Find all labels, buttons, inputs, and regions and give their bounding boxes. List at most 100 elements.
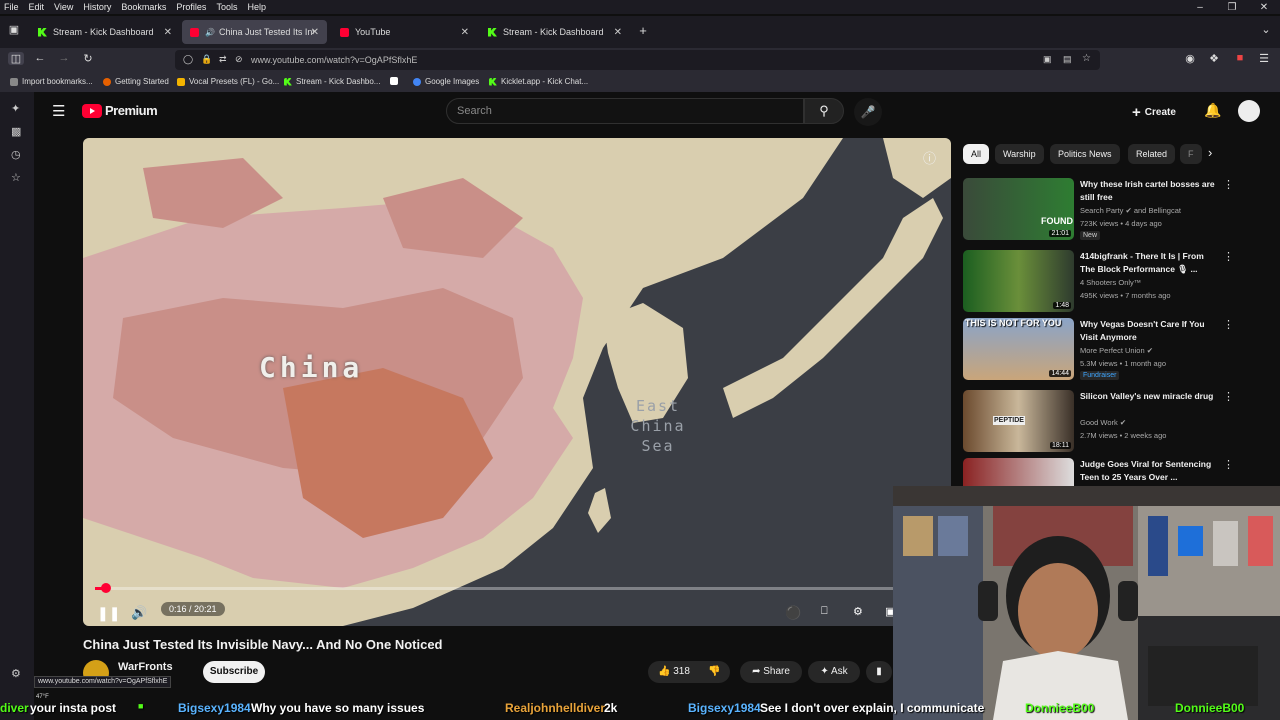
search-button[interactable]: ⚲ [804, 98, 844, 124]
account-icon[interactable]: ◉ [1182, 52, 1198, 65]
like-button[interactable]: 👍 318 [658, 666, 690, 677]
volume-icon[interactable]: 🔊 [131, 605, 147, 621]
camera-off-icon[interactable]: ⊘ [235, 54, 243, 65]
history-icon[interactable]: ◷ [11, 148, 21, 161]
permissions-icon[interactable]: ⇄ [219, 54, 227, 65]
share-button[interactable]: ➦ Share [740, 661, 802, 683]
hamburger-menu-icon[interactable]: ☰ [52, 102, 65, 120]
bookmark-s[interactable] [390, 77, 402, 85]
more-options-icon[interactable]: ⋮ [1223, 458, 1234, 471]
restore-icon[interactable]: ❐ [1216, 0, 1248, 16]
progress-scrubber[interactable] [100, 583, 111, 593]
video-thumbnail: PEPTIDE 18:11 [963, 390, 1074, 452]
chip-warship[interactable]: Warship [995, 144, 1044, 164]
recommendation-item[interactable]: PEPTIDE 18:11 Silicon Valley's new mirac… [963, 390, 1243, 454]
chip-all[interactable]: All [963, 144, 990, 164]
minimize-icon[interactable]: – [1184, 0, 1216, 16]
info-icon[interactable]: ⓘ [923, 148, 936, 167]
dislike-button[interactable]: 👎 [708, 661, 720, 683]
bookmarks-icon[interactable]: ☆ [11, 171, 21, 184]
avatar[interactable] [1238, 100, 1260, 122]
chip-related[interactable]: Related [1128, 144, 1176, 164]
notifications-bell-icon[interactable]: 🔔 [1204, 102, 1221, 119]
menu-help[interactable]: Help [247, 2, 266, 12]
address-bar[interactable]: ◯ 🔒 ⇄ ⊘ www.youtube.com/watch?v=OgAPfSfl… [175, 50, 1100, 70]
bookmark-kicklet[interactable]: Kicklet.app - Kick Chat... [489, 77, 588, 86]
subscribe-button[interactable]: Subscribe [203, 661, 265, 683]
reader-view-icon[interactable]: ▤ [1063, 54, 1072, 65]
sidebar-toggle-icon[interactable]: ◫ [8, 52, 24, 65]
lock-icon[interactable]: 🔒 [201, 54, 212, 65]
recommendation-item[interactable]: 1:48 414bigfrank - There It Is | From Th… [963, 250, 1243, 314]
menu-history[interactable]: History [83, 2, 111, 12]
settings-gear-icon[interactable]: ⚙ [11, 667, 21, 680]
bookmark-vocal-presets[interactable]: Vocal Presets (FL) - Go... [177, 77, 279, 86]
chip-politics-news[interactable]: Politics News [1050, 144, 1120, 164]
menu-file[interactable]: File [4, 2, 19, 12]
more-options-icon[interactable]: ⋮ [1223, 390, 1234, 403]
menu-edit[interactable]: Edit [29, 2, 45, 12]
new-tab-icon[interactable]: + [635, 23, 651, 38]
close-tab-icon[interactable]: ✕ [311, 27, 319, 38]
bookmark-kick-stream[interactable]: Stream - Kick Dashbo... [284, 77, 380, 86]
verified-icon: ✔ [1119, 418, 1127, 427]
kick-icon [488, 27, 497, 37]
menu-profiles[interactable]: Profiles [176, 2, 206, 12]
chips-next-chevron-icon[interactable]: › [1208, 145, 1212, 160]
close-tab-icon[interactable]: ✕ [164, 27, 172, 38]
extensions-icon[interactable]: ❖ [1206, 52, 1222, 65]
ai-chat-icon[interactable]: ✦ [11, 102, 20, 115]
ask-button[interactable]: ✦ Ask [808, 661, 860, 683]
more-options-icon[interactable]: ⋮ [1223, 178, 1234, 191]
synced-tabs-icon[interactable]: ▩ [11, 125, 21, 138]
youtube-logo[interactable]: Premium [82, 103, 158, 118]
menu-tools[interactable]: Tools [216, 2, 237, 12]
browser-sidebar: ✦ ▩ ◷ ☆ ⚙ [0, 92, 34, 720]
autoplay-toggle-icon[interactable]: ⚫ [785, 605, 801, 621]
channel-name[interactable]: WarFronts [118, 661, 173, 673]
bookmark-icon: ▮ [876, 666, 882, 677]
pip-icon[interactable]: ▣ [1043, 54, 1052, 65]
more-options-icon[interactable]: ⋮ [1223, 250, 1234, 263]
close-tab-icon[interactable]: ✕ [461, 27, 469, 38]
rec-channel: Good Work ✔ [1080, 418, 1127, 427]
recommendation-item[interactable]: Judge Goes Viral for Sentencing Teen to … [963, 458, 1243, 486]
video-thumbnail: FOUND 21:01 [963, 178, 1074, 240]
recommendation-item[interactable]: THIS IS NOT FOR YOU 14:44 Why Vegas Does… [963, 318, 1243, 382]
tab-kick-dashboard-1[interactable]: Stream - Kick Dashboard ✕ [30, 20, 180, 44]
video-player[interactable]: China East China Sea ⓘ ❚❚ 🔊 0:16 / 20:21… [83, 138, 951, 626]
chip-more[interactable]: F [1180, 144, 1202, 164]
app-menu-icon[interactable]: ☰ [1256, 52, 1272, 65]
menu-view[interactable]: View [54, 2, 73, 12]
bookmark-import[interactable]: Import bookmarks... [10, 77, 93, 86]
tab-overview-icon[interactable]: ▣ [6, 23, 22, 36]
bookmark-google-images[interactable]: Google Images [413, 77, 479, 86]
duration-badge: 1:48 [1053, 302, 1071, 309]
rec-channel: 4 Shooters Only™ [1080, 278, 1142, 287]
search-input[interactable]: Search [446, 98, 804, 124]
reload-icon[interactable]: ↻ [80, 52, 96, 65]
more-options-icon[interactable]: ⋮ [1223, 318, 1234, 331]
close-window-icon[interactable]: ✕ [1248, 0, 1280, 16]
recommendation-item[interactable]: FOUND 21:01 Why these Irish cartel bosse… [963, 178, 1243, 242]
bookmark-getting-started[interactable]: Getting Started [103, 77, 169, 86]
rec-title: Judge Goes Viral for Sentencing Teen to … [1080, 459, 1212, 482]
tab-china-video[interactable]: 🔊 China Just Tested Its Invisib ✕ [182, 20, 327, 44]
extension-badge-icon[interactable]: ■ [1232, 52, 1248, 64]
pause-icon[interactable]: ❚❚ [97, 605, 120, 622]
tab-youtube[interactable]: YouTube ✕ [332, 20, 477, 44]
save-button[interactable]: ▮ [866, 661, 892, 683]
tab-kick-dashboard-2[interactable]: Stream - Kick Dashboard ✕ [480, 20, 630, 44]
shield-icon[interactable]: ◯ [183, 54, 193, 65]
menu-bookmarks[interactable]: Bookmarks [121, 2, 166, 12]
forward-icon[interactable]: → [56, 52, 72, 64]
speaker-icon[interactable]: 🔊 [205, 28, 215, 37]
list-tabs-icon[interactable]: ⌄ [1258, 23, 1274, 36]
back-icon[interactable]: ← [32, 52, 48, 64]
voice-search-button[interactable]: 🎤 [854, 98, 882, 126]
captions-icon[interactable]: ⎕ [821, 605, 828, 618]
bookmark-star-icon[interactable]: ☆ [1082, 53, 1091, 64]
create-button[interactable]: + Create [1132, 101, 1176, 123]
close-tab-icon[interactable]: ✕ [614, 27, 622, 38]
settings-icon[interactable]: ⚙ [853, 605, 863, 618]
